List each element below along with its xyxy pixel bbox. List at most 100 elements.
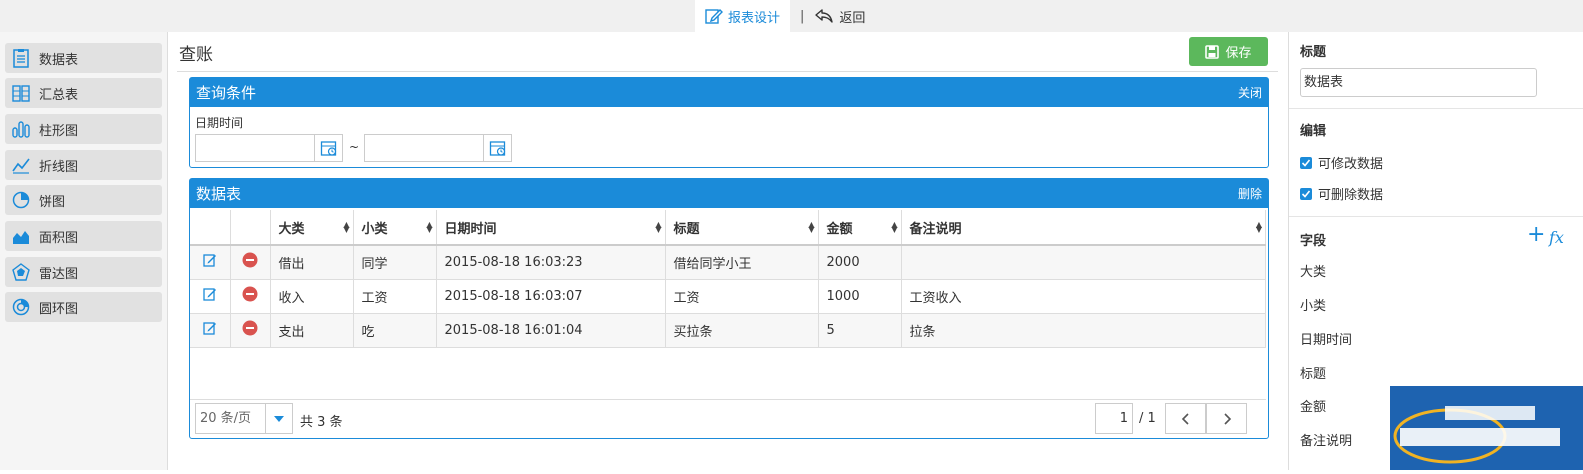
date-from-picker-button[interactable] [314, 135, 342, 161]
allow-edit-checkbox[interactable]: 可修改数据 [1300, 153, 1383, 172]
date-to-picker-button[interactable] [483, 135, 511, 161]
delete-cell[interactable] [230, 245, 271, 280]
divider [1289, 216, 1583, 217]
edit-column-header [190, 210, 231, 246]
field-item[interactable]: 日期时间 [1300, 329, 1352, 348]
watermark-logo [1390, 386, 1583, 470]
table-cell: 收入 [270, 279, 354, 314]
sidebar-item-area-chart[interactable]: 面积图 [5, 221, 162, 251]
delete-cell[interactable] [230, 313, 271, 348]
delete-column-header [230, 210, 271, 246]
back-button[interactable]: 返回 [814, 7, 865, 26]
undo-icon [815, 9, 834, 23]
edit-cell[interactable] [190, 279, 231, 314]
chevron-left-icon [1181, 412, 1189, 425]
column-header[interactable]: 金额 ▲ ▼ [818, 210, 902, 246]
edit-cell[interactable] [190, 245, 231, 280]
caret-down-icon[interactable] [266, 415, 292, 423]
column-header-label: 备注说明 [909, 221, 962, 237]
report-design-tab[interactable]: 报表设计 [695, 0, 791, 32]
column-header[interactable]: 备注说明 ▲ ▼ [901, 210, 1266, 246]
column-header[interactable]: 大类 ▲ ▼ [270, 210, 354, 246]
formula-icon[interactable]: fx [1549, 228, 1564, 247]
query-panel: 查询条件 关闭 日期时间 ~ [189, 77, 1269, 168]
sort-icon: ▲ ▼ [1255, 220, 1262, 234]
table-cell: 2015-08-18 16:03:07 [436, 279, 666, 314]
table-cell: 工资收入 [901, 279, 1266, 314]
page-title: 查账 [179, 45, 213, 65]
table-cell: 工资 [353, 279, 437, 314]
column-header[interactable]: 日期时间 ▲ ▼ [436, 210, 666, 246]
save-icon [1205, 44, 1220, 59]
sidebar-item-line-chart[interactable]: 折线图 [5, 150, 162, 180]
table-cell: 5 [818, 313, 902, 348]
bar-chart-icon [12, 121, 30, 138]
save-button[interactable]: 保存 [1189, 37, 1268, 66]
date-from-field [195, 134, 343, 162]
add-field-icon[interactable]: + [1527, 224, 1545, 246]
summary-table-icon [12, 85, 30, 102]
tab-separator: | [800, 8, 805, 24]
sidebar-item-label: 雷达图 [39, 266, 79, 282]
column-header-label: 大类 [278, 221, 305, 237]
delete-cell[interactable] [230, 279, 271, 314]
page-size-value: 20 条/页 [196, 404, 266, 433]
sidebar-item-label: 面积图 [39, 230, 79, 246]
page-number-input[interactable]: 1 [1095, 403, 1133, 434]
sidebar-item-bar-chart[interactable]: 柱形图 [5, 114, 162, 144]
sidebar-item-label: 折线图 [39, 159, 79, 175]
sidebar-item-radar-chart[interactable]: 雷达图 [5, 257, 162, 287]
field-item[interactable]: 小类 [1300, 295, 1326, 314]
date-range-separator: ~ [349, 140, 360, 154]
sidebar-item-pie-chart[interactable]: 饼图 [5, 185, 162, 215]
data-table-panel: 数据表 删除 大类 ▲ ▼ 小类 ▲ ▼ 日期时间 ▲ ▼ 标题 ▲ ▼ 金额 ▲ ▼ 备注说明 ▲ ▼ [189, 178, 1269, 439]
table-cell [901, 245, 1266, 280]
table-cell: 1000 [818, 279, 902, 314]
sidebar-item-donut-chart[interactable]: 圆环图 [5, 292, 162, 322]
delete-panel-button[interactable]: 删除 [1238, 185, 1262, 202]
sidebar-item-label: 数据表 [39, 52, 79, 68]
sort-icon: ▲ ▼ [808, 220, 815, 234]
table-cell: 2015-08-18 16:01:04 [436, 313, 666, 348]
pagination-bar: 20 条/页 共 3 条 1 / 1 [190, 399, 1266, 438]
date-to-input[interactable] [365, 135, 483, 161]
next-page-button[interactable] [1206, 403, 1247, 434]
donut-chart-icon [12, 298, 30, 316]
remove-row-icon [242, 286, 258, 302]
title-divider [177, 71, 1278, 72]
table-icon [13, 49, 29, 68]
date-from-input[interactable] [196, 135, 314, 161]
field-item[interactable]: 金额 [1300, 396, 1326, 415]
main-area: 查账 保存 查询条件 关闭 日期时间 ~ 数据表 删除 大类 ▲ ▼ 小类 ▲ … [169, 32, 1288, 470]
column-header-label: 金额 [826, 221, 853, 237]
allow-delete-checkbox[interactable]: 可删除数据 [1300, 184, 1383, 203]
sidebar-item-summary-table[interactable]: 汇总表 [5, 78, 162, 108]
table-row: 借出 同学 2015-08-18 16:03:23 借给同学小王 2000 [190, 245, 1266, 280]
column-header-label: 标题 [673, 221, 700, 237]
column-header[interactable]: 标题 ▲ ▼ [665, 210, 819, 246]
back-label: 返回 [839, 10, 866, 26]
close-query-button[interactable]: 关闭 [1238, 84, 1262, 101]
total-count: 共 3 条 [300, 415, 343, 430]
top-bar: 报表设计 | 返回 [0, 0, 1583, 32]
edit-cell[interactable] [190, 313, 231, 348]
sidebar-item-label: 饼图 [39, 194, 66, 210]
table-cell: 2015-08-18 16:03:23 [436, 245, 666, 280]
column-header[interactable]: 小类 ▲ ▼ [353, 210, 437, 246]
prev-page-button[interactable] [1165, 403, 1206, 434]
field-item[interactable]: 备注说明 [1300, 430, 1352, 449]
sort-icon: ▲ ▼ [891, 220, 898, 234]
edit-heading: 编辑 [1300, 124, 1327, 139]
sidebar-item-table[interactable]: 数据表 [5, 43, 162, 73]
page-size-select[interactable]: 20 条/页 [195, 403, 293, 434]
column-header-label: 小类 [361, 221, 388, 237]
query-panel-header: 查询条件 关闭 [190, 78, 1268, 107]
title-input[interactable]: 数据表 [1300, 68, 1537, 97]
field-item[interactable]: 大类 [1300, 261, 1326, 280]
field-item[interactable]: 标题 [1300, 363, 1326, 382]
table-header-row: 大类 ▲ ▼ 小类 ▲ ▼ 日期时间 ▲ ▼ 标题 ▲ ▼ 金额 ▲ ▼ 备注说明 ▲ ▼ [190, 210, 1266, 246]
pie-chart-icon [12, 191, 30, 209]
data-table-header: 数据表 删除 [190, 179, 1268, 208]
sidebar-item-label: 汇总表 [39, 87, 79, 103]
table-cell: 支出 [270, 313, 354, 348]
